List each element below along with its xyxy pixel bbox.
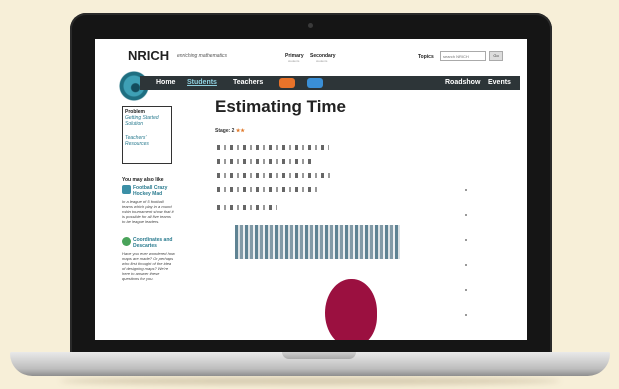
also-like-heading: You may also like <box>122 177 164 183</box>
nav-roadshow[interactable]: Roadshow <box>445 79 480 86</box>
primary-pill-button[interactable] <box>279 78 295 88</box>
divider-dot <box>465 189 467 191</box>
blurred-text <box>217 159 312 164</box>
star-rating-icon: ★★ <box>235 128 245 134</box>
page-title: Estimating Time <box>215 97 346 116</box>
search-input[interactable] <box>440 51 486 61</box>
nav-events[interactable]: Events <box>488 79 511 86</box>
secondary-pill-button[interactable] <box>307 78 323 88</box>
laptop-screen: NRICH enriching mathematics Primary stud… <box>95 39 527 340</box>
related-link-football[interactable]: Football Crazy Hockey Mad <box>133 185 167 197</box>
divider-dot <box>465 239 467 241</box>
red-clock-blob <box>325 279 377 340</box>
laptop-lid: NRICH enriching mathematics Primary stud… <box>70 13 552 355</box>
blurred-text <box>217 173 332 178</box>
stage-label: Stage: 2 ★★ <box>215 128 245 134</box>
blurred-text <box>217 187 317 192</box>
divider-dot <box>465 314 467 316</box>
laptop-base <box>10 352 610 376</box>
coordinates-thumbnail-icon[interactable] <box>122 237 131 246</box>
resources-link[interactable]: Resources <box>125 141 169 147</box>
related-link-coordinates[interactable]: Coordinates and Descartes <box>133 237 172 249</box>
laptop-shadow <box>60 377 560 385</box>
nav-students[interactable]: Students <box>187 79 217 86</box>
divider-dot <box>465 214 467 216</box>
divider-dot <box>465 289 467 291</box>
divider-dot <box>465 264 467 266</box>
blurred-image <box>235 225 400 259</box>
secondary-sub: students <box>316 59 328 63</box>
football-thumbnail-icon[interactable] <box>122 185 131 194</box>
blurred-text <box>217 205 277 210</box>
primary-sub: students <box>288 59 300 63</box>
nav-home[interactable]: Home <box>156 79 175 86</box>
main-nav: Home Students Teachers Roadshow Events <box>140 76 520 90</box>
nrich-logo[interactable]: NRICH <box>128 48 169 63</box>
camera-icon <box>308 23 313 28</box>
problem-menu-box: Problem Getting Started Solution Teacher… <box>122 106 172 164</box>
topics-link[interactable]: Topics <box>418 54 434 60</box>
related-desc-football: In a league of 5 football teams which pl… <box>122 199 174 224</box>
related-desc-coordinates: Have you ever wondered how maps are made… <box>122 251 175 281</box>
nav-teachers[interactable]: Teachers <box>233 79 263 86</box>
blurred-text <box>217 145 329 150</box>
site-header: NRICH enriching mathematics Primary stud… <box>95 39 527 73</box>
laptop-notch <box>282 352 356 359</box>
site-tagline: enriching mathematics <box>177 53 228 59</box>
solution-link[interactable]: Solution <box>125 121 169 127</box>
search-go-button[interactable]: Go <box>489 51 503 61</box>
